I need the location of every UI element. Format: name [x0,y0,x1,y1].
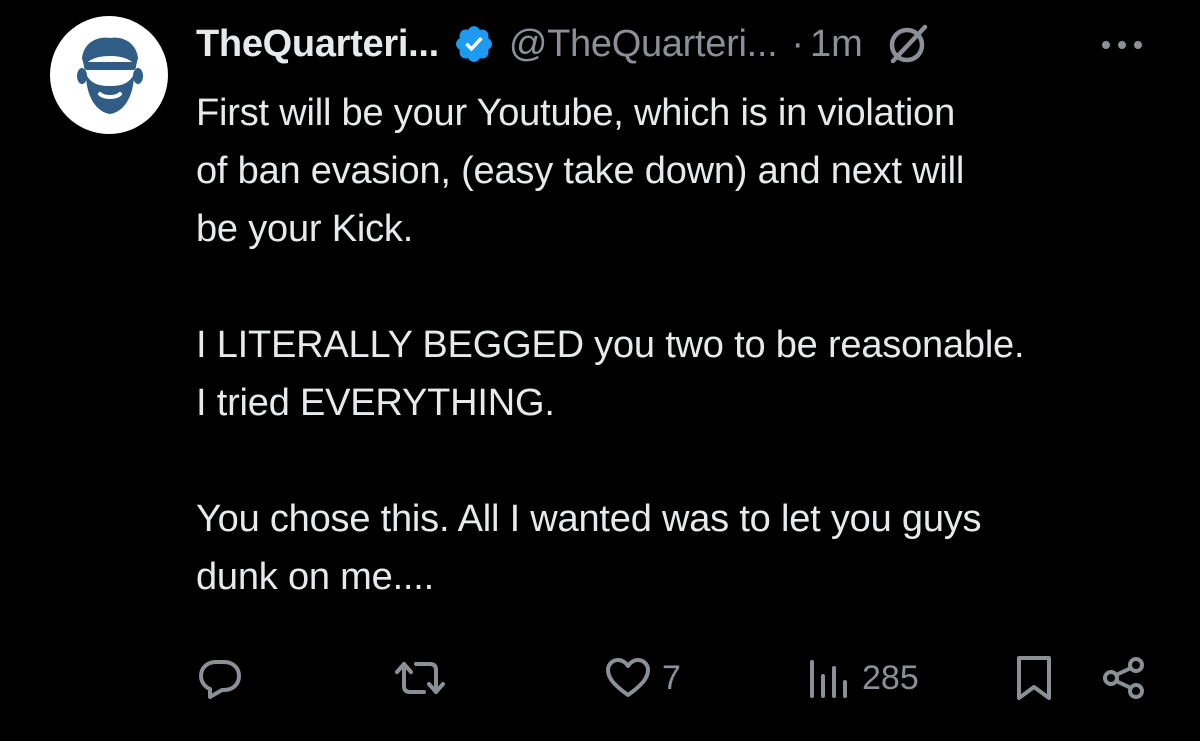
grok-icon[interactable] [885,21,931,67]
separator-dot: · [791,22,805,65]
heart-icon [606,658,650,697]
like-button[interactable]: 7 [604,648,681,708]
views-count: 285 [862,658,919,697]
tweet-text: First will be your Youtube, which is in … [196,84,1176,606]
reply-icon [199,660,241,699]
avatar[interactable] [50,16,168,134]
tweet-paragraph: You chose this. All I wanted was to let … [196,498,982,598]
repost-icon [395,662,445,694]
action-bar: 7 285 [0,648,1200,708]
views-icon [810,660,847,698]
tweet-header: TheQuarteri... @TheQuarteri... · 1m [196,18,931,70]
verified-badge-icon [453,23,495,65]
share-button[interactable] [1100,648,1148,708]
bookmark-icon [1017,656,1051,700]
bearded-man-icon [77,37,143,114]
handle[interactable]: @TheQuarteri... [509,23,778,66]
views-button[interactable]: 285 [806,648,919,708]
tweet: TheQuarteri... @TheQuarteri... · 1m Firs… [0,0,1200,741]
share-icon [1103,657,1144,699]
timestamp[interactable]: 1m [810,23,863,66]
display-name[interactable]: TheQuarteri... [196,23,439,66]
tweet-paragraph: First will be your Youtube, which is in … [196,92,965,250]
like-count: 7 [662,658,681,697]
bookmark-button[interactable] [1014,648,1054,708]
repost-button[interactable] [394,648,446,708]
tweet-paragraph: I LITERALLY BEGGED you two to be reasona… [196,324,1025,424]
reply-button[interactable] [196,648,244,708]
more-options-icon[interactable] [1096,30,1148,60]
